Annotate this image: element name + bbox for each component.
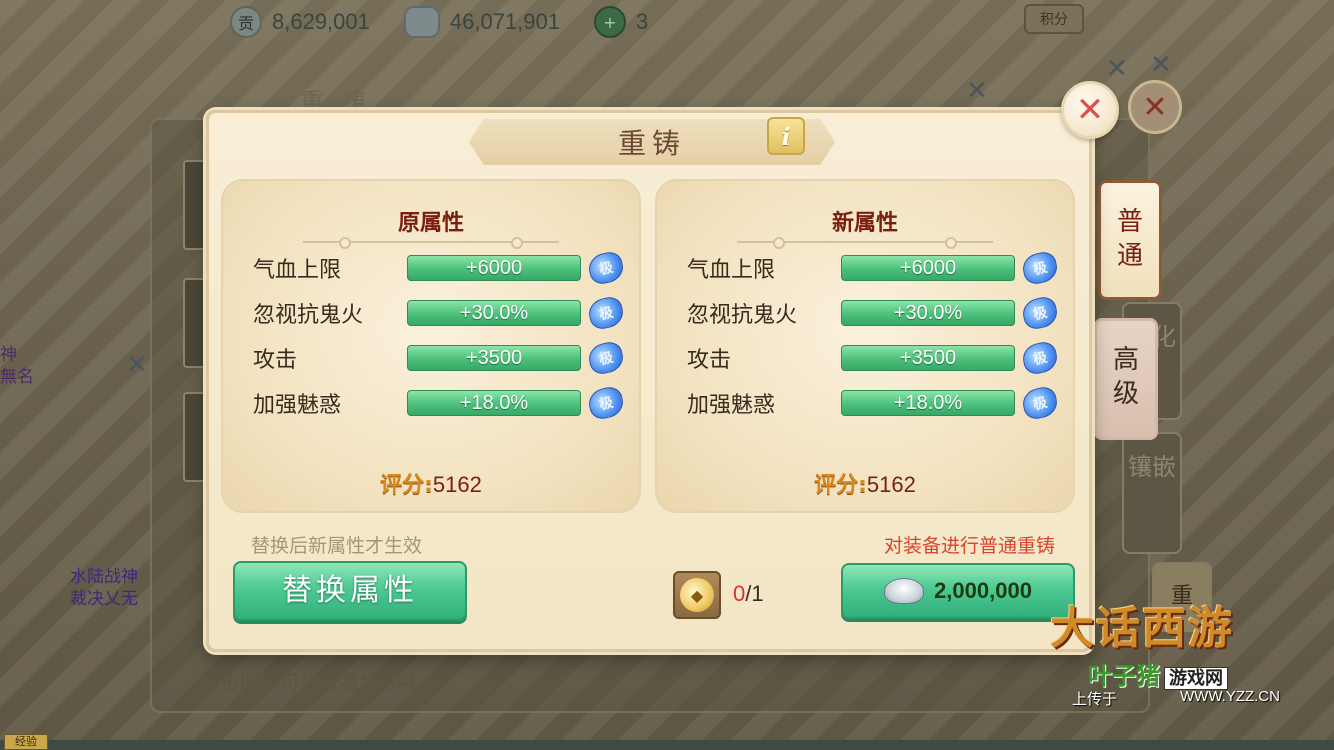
exp-tag: 经验 bbox=[4, 734, 48, 750]
currency-value: 8,629,001 bbox=[272, 9, 370, 34]
attribute-name: 加强魅惑 bbox=[687, 393, 776, 418]
contribution-coin-icon: 贡 bbox=[230, 6, 262, 38]
silver-ingot-icon bbox=[884, 578, 925, 604]
crossed-swords-icon: ✕ bbox=[126, 350, 148, 380]
background-tab-inlay: 镶嵌 bbox=[1122, 432, 1182, 554]
site-url: WWW.YZZ.CN bbox=[1180, 688, 1280, 705]
new-attributes-title: 新属性 bbox=[831, 211, 898, 236]
currency-jade: + 3 bbox=[593, 6, 649, 38]
material-need: /1 bbox=[745, 581, 764, 606]
background-close-icon: ✕ bbox=[1128, 80, 1182, 134]
currency-value: 3 bbox=[635, 9, 649, 34]
grade-ji-icon[interactable]: 极 bbox=[586, 384, 626, 422]
attribute-name: 气血上限 bbox=[687, 258, 776, 283]
attribute-row: 忽视抗鬼火 +30.0% 极 bbox=[687, 294, 1060, 332]
site-name: 叶子猪 bbox=[1088, 662, 1160, 690]
background-player-name: 神 無名 bbox=[0, 345, 34, 387]
reforge-dialog: 重铸 i ✕ 原属性 气血上限 +6000 极 忽视抗鬼火 +30.0% 极 攻… bbox=[206, 81, 1119, 652]
reforge-cost: 2,000,000 bbox=[934, 578, 1032, 603]
reforge-button[interactable]: 2,000,000 bbox=[841, 563, 1075, 619]
tab-normal-reforge[interactable]: 普通 bbox=[1098, 180, 1162, 300]
attribute-row: 忽视抗鬼火 +30.0% 极 bbox=[253, 294, 626, 332]
silver-ingot-icon bbox=[403, 6, 440, 38]
grade-ji-icon[interactable]: 极 bbox=[1020, 384, 1060, 422]
tab-advanced-label: 高级 bbox=[1112, 345, 1139, 409]
jade-coin-icon: + bbox=[593, 6, 626, 38]
attribute-value: +30.0% bbox=[841, 300, 1015, 326]
original-attributes-title: 原属性 bbox=[397, 211, 464, 236]
site-tag: 游戏网 bbox=[1164, 667, 1228, 690]
attribute-value: +18.0% bbox=[407, 390, 581, 416]
currency-silver: 46,071,901 bbox=[403, 6, 560, 38]
attribute-row: 攻击 +3500 极 bbox=[253, 339, 626, 377]
original-score: 评分:5162 bbox=[223, 467, 639, 499]
attribute-row: 攻击 +3500 极 bbox=[687, 339, 1060, 377]
attribute-value: +18.0% bbox=[841, 390, 1015, 416]
material-count: 0/1 bbox=[733, 581, 764, 607]
background-hint: 点击图标可以查看tips哦 bbox=[200, 670, 417, 694]
original-attributes-panel: 原属性 气血上限 +6000 极 忽视抗鬼火 +30.0% 极 攻击 +3500… bbox=[221, 179, 641, 513]
replace-attributes-button[interactable]: 替换属性 bbox=[233, 561, 467, 621]
attribute-value: +6000 bbox=[407, 255, 581, 281]
info-icon[interactable]: i bbox=[767, 117, 805, 155]
watermark: 大话西游 叶子猪 游戏网 上传于 WWW.YZZ.CN bbox=[1050, 592, 1334, 720]
score-value: 5162 bbox=[432, 472, 482, 497]
material-have: 0 bbox=[733, 581, 746, 606]
close-icon: ✕ bbox=[1075, 90, 1105, 130]
score-label: 评分: bbox=[380, 473, 433, 498]
currency-contribution: 贡 8,629,001 bbox=[230, 6, 370, 38]
new-score: 评分:5162 bbox=[657, 467, 1073, 499]
crossed-swords-icon: ✕ bbox=[1150, 50, 1172, 80]
attribute-value: +30.0% bbox=[407, 300, 581, 326]
dialog-title: 重铸 bbox=[617, 127, 686, 160]
tab-advanced-reforge[interactable]: 高级 bbox=[1094, 318, 1158, 440]
attribute-value: +6000 bbox=[841, 255, 1015, 281]
attribute-row: 加强魅惑 +18.0% 极 bbox=[687, 384, 1060, 422]
grade-ji-icon[interactable]: 极 bbox=[1020, 294, 1060, 332]
reforge-stone-icon: ◆ bbox=[680, 578, 714, 612]
replace-note: 替换后新属性才生效 bbox=[251, 535, 423, 557]
grade-ji-icon[interactable]: 极 bbox=[1020, 249, 1060, 287]
crossed-swords-icon: ✕ bbox=[1106, 54, 1128, 84]
attribute-row: 加强魅惑 +18.0% 极 bbox=[253, 384, 626, 422]
attribute-value: +3500 bbox=[841, 345, 1015, 371]
upload-label: 上传于 bbox=[1072, 690, 1118, 708]
grade-ji-icon[interactable]: 极 bbox=[586, 294, 626, 332]
ornamental-divider bbox=[737, 237, 993, 249]
grade-ji-icon[interactable]: 极 bbox=[1020, 339, 1060, 377]
close-button[interactable]: ✕ bbox=[1061, 81, 1119, 139]
tab-normal-label: 普通 bbox=[1116, 207, 1143, 271]
bottom-bar bbox=[0, 740, 1334, 750]
attribute-name: 忽视抗鬼火 bbox=[687, 303, 798, 328]
attribute-row: 气血上限 +6000 极 bbox=[687, 249, 1060, 287]
crossed-swords-icon: ✕ bbox=[966, 76, 988, 106]
background-player-title: 水陆战神 裁决乂无 bbox=[70, 567, 138, 609]
game-logo: 大话西游 bbox=[1050, 603, 1234, 654]
currency-bar: 贡 8,629,001 46,071,901 + 3 bbox=[230, 2, 682, 42]
attribute-name: 忽视抗鬼火 bbox=[253, 303, 364, 328]
attribute-name: 攻击 bbox=[687, 348, 732, 373]
points-button[interactable]: 积分 bbox=[1024, 4, 1084, 34]
new-attributes-panel: 新属性 气血上限 +6000 极 忽视抗鬼火 +30.0% 极 攻击 +3500… bbox=[655, 179, 1075, 513]
site-logo: 叶子猪 游戏网 bbox=[1088, 656, 1228, 691]
grade-ji-icon[interactable]: 极 bbox=[586, 339, 626, 377]
attribute-name: 气血上限 bbox=[253, 258, 342, 283]
attribute-name: 加强魅惑 bbox=[253, 393, 342, 418]
attribute-row: 气血上限 +6000 极 bbox=[253, 249, 626, 287]
currency-value: 46,071,901 bbox=[449, 9, 560, 34]
score-label: 评分: bbox=[814, 473, 867, 498]
ornamental-divider bbox=[303, 237, 559, 249]
reforge-material-slot[interactable]: ◆ bbox=[673, 571, 721, 619]
attribute-value: +3500 bbox=[407, 345, 581, 371]
reforge-note: 对装备进行普通重铸 bbox=[883, 535, 1055, 557]
grade-ji-icon[interactable]: 极 bbox=[586, 249, 626, 287]
attribute-name: 攻击 bbox=[253, 348, 298, 373]
score-value: 5162 bbox=[866, 472, 916, 497]
